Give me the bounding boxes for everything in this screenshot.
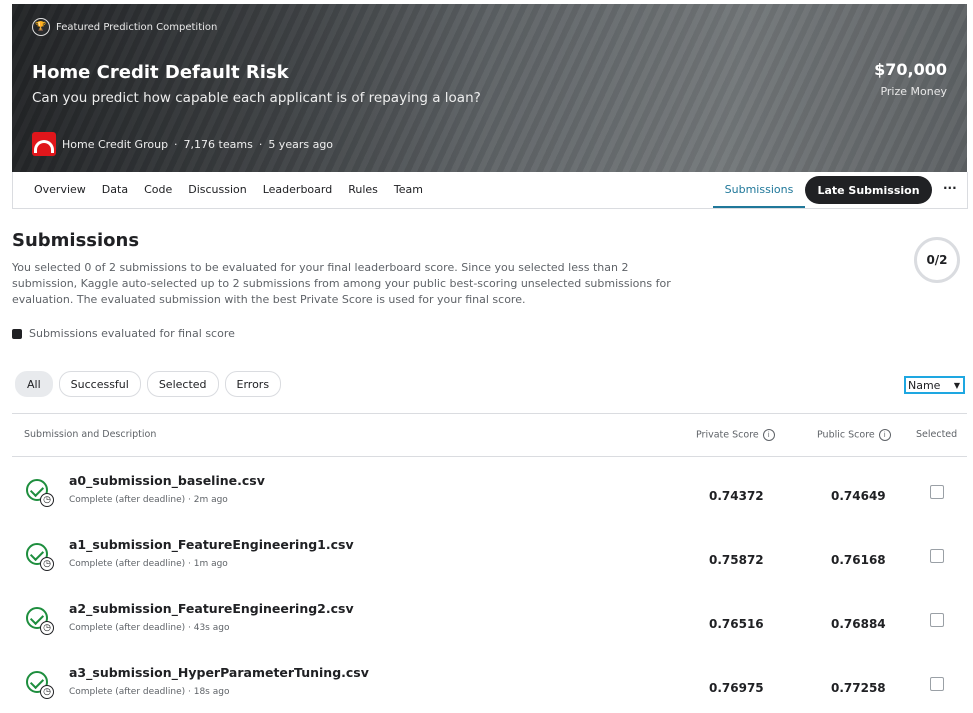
tab-team[interactable]: Team bbox=[394, 183, 423, 196]
header-private-score[interactable]: Private Score i bbox=[696, 429, 775, 441]
sort-select[interactable]: Name ▼ bbox=[904, 376, 965, 394]
submission-name[interactable]: a2_submission_FeatureEngineering2.csv bbox=[69, 601, 354, 616]
competition-age: 5 years ago bbox=[268, 137, 334, 151]
tab-submissions[interactable]: Submissions bbox=[713, 172, 805, 208]
prize-amount: $70,000 bbox=[874, 60, 947, 79]
clock-icon: ◷ bbox=[40, 685, 54, 699]
submissions-description: You selected 0 of 2 submissions to be ev… bbox=[12, 261, 671, 306]
nav-tabs: Overview Data Code Discussion Leaderboar… bbox=[34, 183, 423, 196]
featured-label: 🏆 Featured Prediction Competition bbox=[32, 18, 217, 36]
filter-selected[interactable]: Selected bbox=[146, 371, 219, 397]
public-score: 0.76884 bbox=[831, 617, 886, 631]
submission-status: Complete (after deadline) · 43s ago bbox=[69, 623, 230, 633]
legend-text: Submissions evaluated for final score bbox=[29, 327, 235, 340]
competition-nav: Overview Data Code Discussion Leaderboar… bbox=[12, 172, 968, 209]
tab-data[interactable]: Data bbox=[102, 183, 128, 196]
public-score: 0.76168 bbox=[831, 553, 886, 567]
submission-status: Complete (after deadline) · 2m ago bbox=[69, 495, 228, 505]
private-score: 0.76516 bbox=[709, 617, 764, 631]
select-checkbox[interactable] bbox=[930, 549, 944, 563]
prize-label: Prize Money bbox=[880, 85, 947, 98]
prize: $70,000 Prize Money bbox=[874, 60, 947, 98]
table-row[interactable]: ◷ a3_submission_HyperParameterTuning.csv… bbox=[12, 649, 967, 713]
clock-icon: ◷ bbox=[40, 621, 54, 635]
table-row[interactable]: ◷ a0_submission_baseline.csv Complete (a… bbox=[12, 457, 967, 521]
info-icon[interactable]: i bbox=[878, 429, 891, 441]
select-checkbox[interactable] bbox=[930, 677, 944, 691]
team-count[interactable]: 7,176 teams bbox=[184, 138, 253, 151]
tab-discussion[interactable]: Discussion bbox=[188, 183, 247, 196]
submission-name[interactable]: a1_submission_FeatureEngineering1.csv bbox=[69, 537, 354, 552]
featured-text: Featured Prediction Competition bbox=[56, 21, 218, 33]
filter-errors[interactable]: Errors bbox=[224, 371, 282, 397]
submission-status: Complete (after deadline) · 18s ago bbox=[69, 687, 230, 697]
filter-successful[interactable]: Successful bbox=[58, 371, 141, 397]
host-logo[interactable] bbox=[32, 132, 56, 156]
tab-overview[interactable]: Overview bbox=[34, 183, 86, 196]
submissions-table: Submission and Description Private Score… bbox=[12, 413, 967, 713]
more-options-icon[interactable]: ··· bbox=[943, 181, 957, 195]
select-checkbox[interactable] bbox=[930, 613, 944, 627]
clock-icon: ◷ bbox=[40, 557, 54, 571]
competition-header: 🏆 Featured Prediction Competition Home C… bbox=[12, 4, 967, 172]
clock-icon: ◷ bbox=[40, 493, 54, 507]
select-checkbox[interactable] bbox=[930, 485, 944, 499]
private-score: 0.74372 bbox=[709, 489, 764, 503]
tab-code[interactable]: Code bbox=[144, 183, 172, 196]
host-info: Home Credit Group · 7,176 teams · 5 year… bbox=[32, 132, 333, 156]
public-score: 0.74649 bbox=[831, 489, 886, 503]
trophy-icon: 🏆 bbox=[32, 18, 50, 36]
private-score: 0.75872 bbox=[709, 553, 764, 567]
header-public-score[interactable]: Public Score i bbox=[817, 429, 891, 441]
tab-rules[interactable]: Rules bbox=[348, 183, 378, 196]
info-icon[interactable]: i bbox=[762, 429, 775, 441]
submission-status: Complete (after deadline) · 1m ago bbox=[69, 559, 228, 569]
host-name[interactable]: Home Credit Group bbox=[62, 138, 168, 151]
submission-name[interactable]: a0_submission_baseline.csv bbox=[69, 473, 265, 488]
sort-value: Name bbox=[908, 378, 941, 392]
private-score: 0.76975 bbox=[709, 681, 764, 695]
page-title: Submissions bbox=[12, 230, 140, 251]
header-submission[interactable]: Submission and Description bbox=[24, 429, 156, 440]
legend: Submissions evaluated for final score bbox=[12, 327, 235, 340]
competition-subtitle: Can you predict how capable each applica… bbox=[32, 90, 481, 106]
selected-count-badge: 0/2 bbox=[914, 237, 960, 283]
late-submission-button[interactable]: Late Submission bbox=[805, 176, 932, 204]
dropdown-arrow-icon: ▼ bbox=[953, 380, 960, 390]
filter-chips: All Successful Selected Errors bbox=[15, 371, 282, 397]
table-header: Submission and Description Private Score… bbox=[12, 413, 967, 457]
competition-title: Home Credit Default Risk bbox=[32, 62, 289, 83]
tab-leaderboard[interactable]: Leaderboard bbox=[263, 183, 332, 196]
header-selected: Selected bbox=[916, 429, 958, 440]
submission-name[interactable]: a3_submission_HyperParameterTuning.csv bbox=[69, 665, 369, 680]
filter-all[interactable]: All bbox=[15, 371, 53, 397]
table-row[interactable]: ◷ a2_submission_FeatureEngineering2.csv … bbox=[12, 585, 967, 649]
public-score: 0.77258 bbox=[831, 681, 886, 695]
table-row[interactable]: ◷ a1_submission_FeatureEngineering1.csv … bbox=[12, 521, 967, 585]
legend-square-icon bbox=[12, 328, 22, 339]
